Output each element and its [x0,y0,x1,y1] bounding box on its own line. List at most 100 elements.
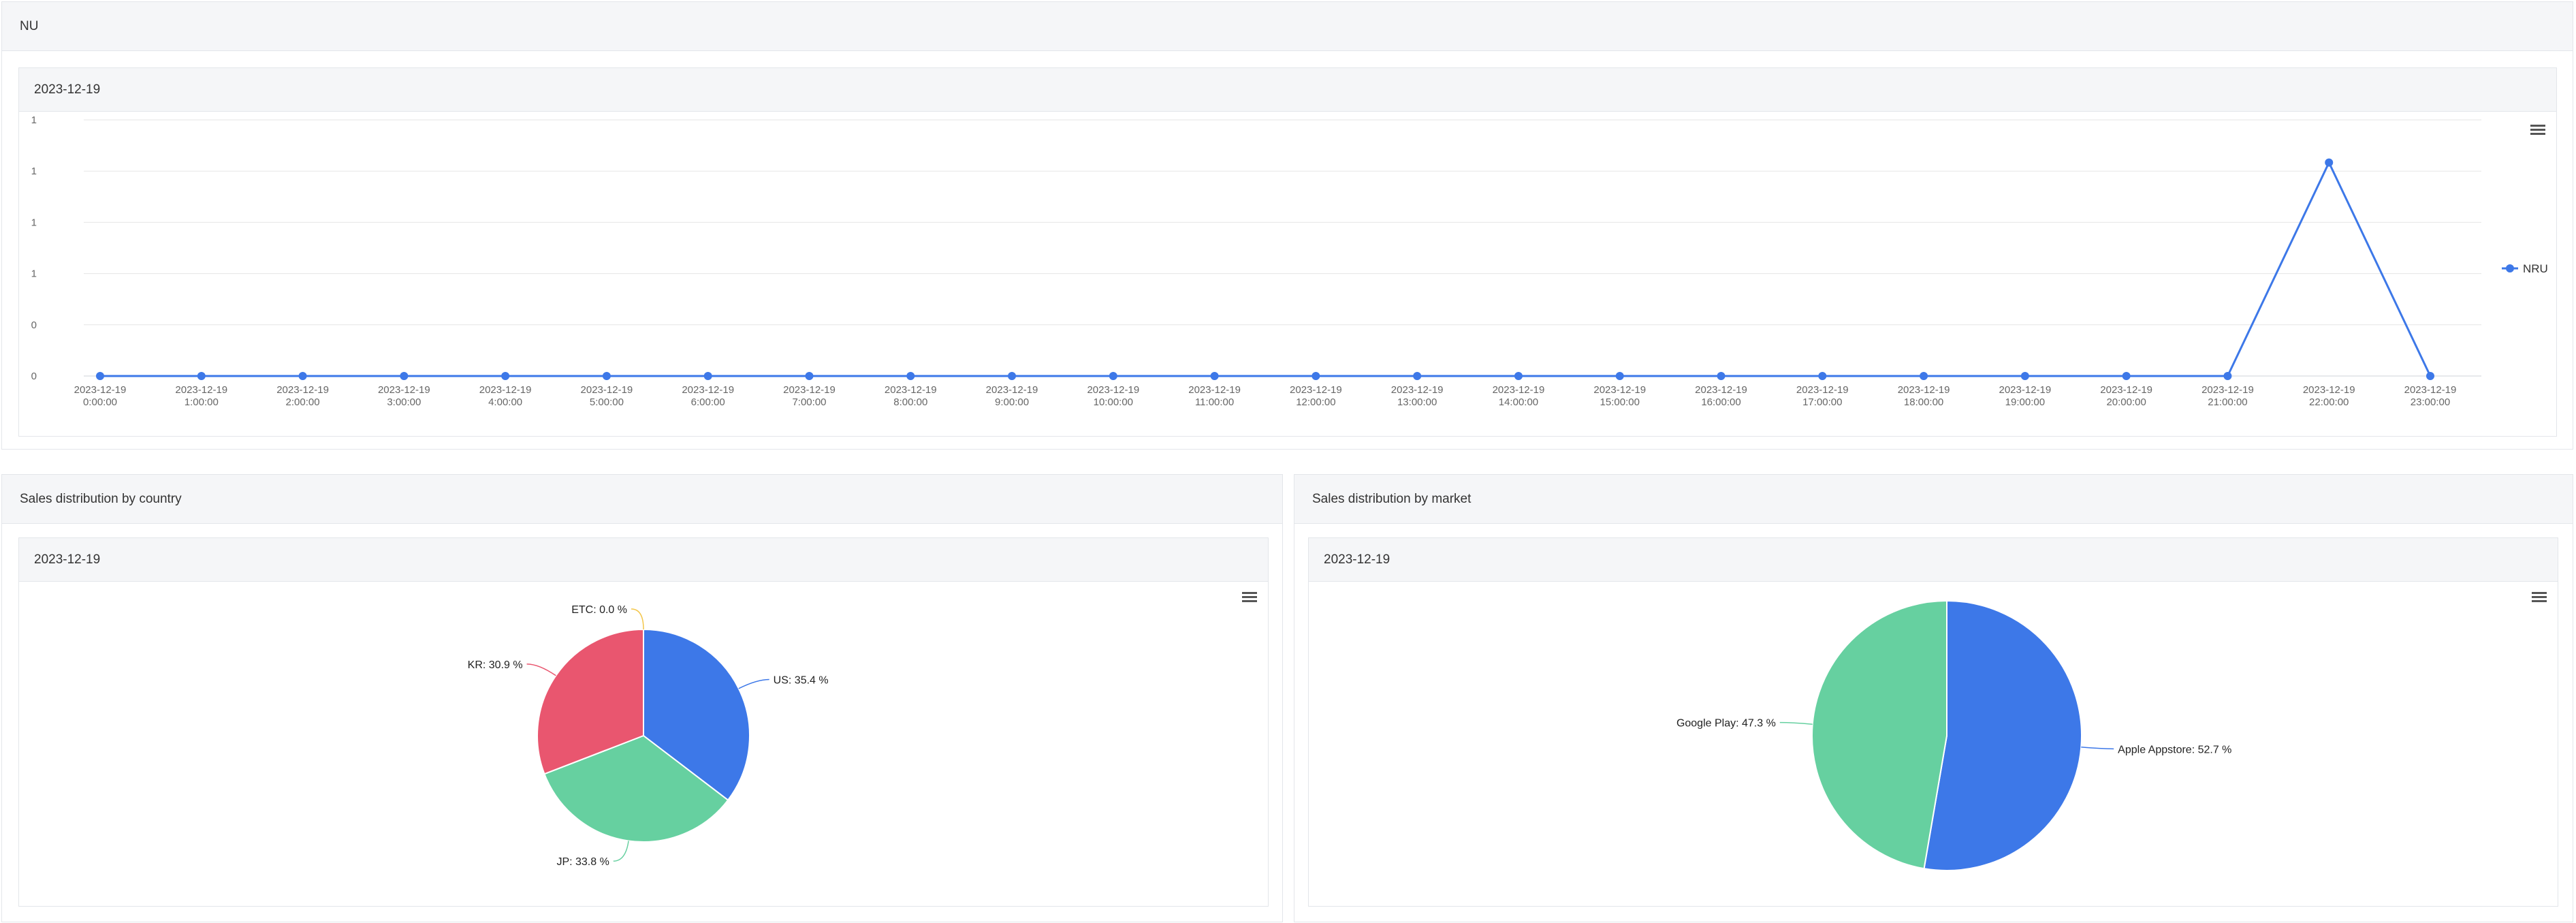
country-slice-label: US: 35.4 % [774,674,829,686]
data-point[interactable] [1920,372,1928,380]
series-line-nru [100,160,2432,377]
market-chart-date: 2023-12-19 [1324,552,1390,567]
data-point[interactable] [1514,372,1523,380]
x-tick-label: 2023-12-19 [1796,384,1849,396]
country-chart-date: 2023-12-19 [34,552,101,567]
x-tick-label: 2023-12-19 [1593,384,1646,396]
x-tick-label: 1:00:00 [185,396,219,408]
country-connector [631,608,644,630]
x-tick-label: 11:00:00 [1195,396,1234,408]
market-panel: Sales distribution by market 2023-12-19 … [1294,474,2573,922]
country-connector [613,841,629,862]
x-tick-label: 2023-12-19 [276,384,329,396]
country-panel: Sales distribution by country 2023-12-19… [1,474,1283,922]
data-point[interactable] [1008,372,1017,380]
x-tick-label: 12:00:00 [1296,396,1335,408]
nu-chart-card: 2023-12-19 1 1 1 1 0 0 2023-12-19 0:00:00 2023-1… [18,67,2557,437]
country-pie-chart: US: 35.4 % JP: 33.8 % KR: 30.9 % ETC: 0.0 % [468,604,829,868]
market-panel-header: Sales distribution by market [1294,475,2573,524]
x-tick-label: 2023-12-19 [1695,384,1747,396]
x-tick-label: 2023-12-19 [581,384,633,396]
x-tick-label: 15:00:00 [1600,396,1640,408]
x-tick-label: 6:00:00 [691,396,725,408]
nu-chart-date: 2023-12-19 [34,82,101,97]
x-tick-label: 22:00:00 [2309,396,2349,408]
x-tick-label: 4:00:00 [488,396,522,408]
data-point[interactable] [602,372,611,380]
x-tick-label: 23:00:00 [2411,396,2450,408]
x-tick-label: 2023-12-19 [479,384,532,396]
data-point[interactable] [906,372,915,380]
data-point[interactable] [2223,372,2232,380]
data-point[interactable] [298,372,307,380]
x-tick-label: 2023-12-19 [1188,384,1241,396]
data-point[interactable] [501,372,510,380]
x-tick-label: 2023-12-19 [1999,384,2052,396]
nu-line-chart: 1111002023-12-190:00:002023-12-191:00:00… [31,114,2548,408]
x-tick-label: 13:00:00 [1397,396,1437,408]
nu-panel: NU 2023-12-19 1 1 1 1 0 0 2023-12-19 0:00:00 202… [1,1,2573,450]
x-tick-label: 3:00:00 [387,396,421,408]
data-point[interactable] [2020,372,2029,380]
x-tick-label: 2023-12-19 [2404,384,2457,396]
x-tick-label: 7:00:00 [792,396,826,408]
x-tick-label: 2023-12-19 [1290,384,1342,396]
data-point[interactable] [2325,158,2334,167]
y-tick-label: 0 [31,371,37,382]
country-connector [738,678,769,689]
legend-label-nru[interactable]: NRU [2523,262,2548,275]
x-tick-label: 2023-12-19 [74,384,127,396]
data-point[interactable] [197,372,206,380]
x-tick-label: 0:00:00 [83,396,117,408]
market-slice-label: Apple Appstore: 52.7 % [2118,744,2231,755]
market-panel-title: Sales distribution by market [1312,492,1472,506]
x-tick-label: 19:00:00 [2005,396,2045,408]
market-chart-card-header: 2023-12-19 [1309,538,2558,582]
x-tick-label: 2023-12-19 [682,384,734,396]
x-tick-label: 2023-12-19 [1391,384,1444,396]
x-tick-label: 10:00:00 [1094,396,1133,408]
data-point[interactable] [805,372,814,380]
market-slice[interactable] [1923,599,2082,871]
x-tick-label: 8:00:00 [893,396,927,408]
x-tick-label: 16:00:00 [1701,396,1740,408]
data-point[interactable] [400,372,409,380]
data-point[interactable] [1615,372,1624,380]
country-connector [526,663,556,676]
country-panel-header: Sales distribution by country [2,475,1282,524]
y-tick-label: 1 [31,166,37,177]
country-slice-label: JP: 33.8 % [556,856,609,868]
market-slice[interactable] [1811,599,1947,870]
data-point[interactable] [703,372,712,380]
x-tick-label: 2023-12-19 [2201,384,2254,396]
market-connector [1779,721,1813,725]
nu-panel-header: NU [2,2,2573,51]
data-point[interactable] [1818,372,1827,380]
x-tick-label: 2023-12-19 [175,384,227,396]
x-tick-label: 2023-12-19 [1087,384,1139,396]
country-chart-card-header: 2023-12-19 [19,538,1268,582]
data-point[interactable] [96,372,104,380]
data-point[interactable] [1413,372,1422,380]
x-tick-label: 2023-12-19 [2303,384,2355,396]
x-tick-label: 2023-12-19 [2100,384,2152,396]
y-tick-label: 1 [31,217,37,228]
y-tick-label: 1 [31,268,37,280]
data-point[interactable] [1311,372,1320,380]
x-tick-label: 2023-12-19 [885,384,937,396]
x-tick-label: 2023-12-19 [378,384,430,396]
x-tick-label: 2023-12-19 [783,384,836,396]
x-tick-label: 14:00:00 [1499,396,1538,408]
data-point[interactable] [1717,372,1726,380]
x-tick-label: 2023-12-19 [1898,384,1950,396]
x-tick-label: 20:00:00 [2106,396,2146,408]
country-panel-title: Sales distribution by country [20,492,182,506]
data-point[interactable] [2122,372,2131,380]
x-tick-label: 2023-12-19 [1493,384,1545,396]
data-point[interactable] [2426,372,2434,380]
nu-panel-title: NU [20,19,39,33]
legend-marker [2506,264,2514,272]
x-tick-label: 21:00:00 [2208,396,2247,408]
data-point[interactable] [1210,372,1219,380]
data-point[interactable] [1109,372,1117,380]
